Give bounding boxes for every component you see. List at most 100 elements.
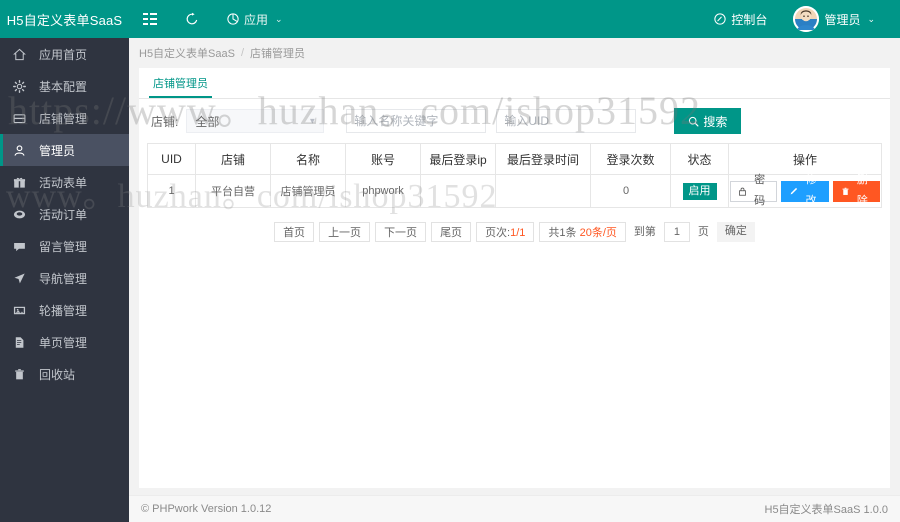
- sidebar-item-回收站[interactable]: 回收站: [0, 358, 129, 390]
- page-first-button[interactable]: 首页: [274, 222, 315, 242]
- pagination: 首页 上一页 下一页 尾页 页次:1/1 共1条 20条/页 到第 页 确定: [139, 208, 890, 252]
- sidebar-item-label: 导航管理: [39, 271, 88, 286]
- breadcrumb-root[interactable]: H5自定义表单SaaS: [139, 45, 235, 61]
- admin-table: UID 店铺 名称 账号 最后登录ip 最后登录时间 登录次数 状态 操作 1 …: [147, 143, 882, 208]
- col-login-count: 登录次数: [590, 143, 671, 175]
- col-shop: 店铺: [195, 143, 271, 175]
- total-prefix: 共: [548, 227, 560, 239]
- cell-name: 店铺管理员: [270, 174, 346, 208]
- sidebar-item-应用首页[interactable]: 应用首页: [0, 38, 129, 70]
- delete-button-label: 删除: [856, 174, 868, 207]
- gear-icon: [13, 79, 35, 93]
- sidebar-item-label: 回收站: [39, 367, 76, 382]
- app-menu-label: 应用: [244, 12, 269, 27]
- refresh-button[interactable]: [171, 0, 213, 38]
- sidebar-item-label: 管理员: [39, 143, 76, 158]
- user-menu-button[interactable]: 管理员 ⌄: [782, 0, 886, 38]
- breadcrumb-current: 店铺管理员: [250, 48, 306, 60]
- col-last-login-time: 最后登录时间: [495, 143, 591, 175]
- sidebar-item-label: 店铺管理: [39, 111, 88, 126]
- sidebar-item-管理员[interactable]: 管理员: [0, 134, 129, 166]
- breadcrumb: H5自定义表单SaaS / 店铺管理员: [129, 38, 900, 68]
- cell-account: phpwork: [345, 174, 421, 208]
- lock-icon: [738, 187, 747, 196]
- status-badge[interactable]: 启用: [682, 182, 717, 200]
- edit-button[interactable]: 修改: [781, 174, 829, 207]
- col-name: 名称: [270, 143, 346, 175]
- header-right-tools: 控制台 管理员 ⌄: [703, 0, 900, 38]
- sidebar-item-基本配置[interactable]: 基本配置: [0, 70, 129, 102]
- goto-unit: 页: [697, 226, 709, 238]
- content-panel: 店铺管理员 店铺: 全部 ▼ 搜索: [139, 68, 890, 488]
- shop-select[interactable]: 全部 ▼: [186, 109, 325, 133]
- password-button[interactable]: 密码: [730, 174, 778, 207]
- app-menu-button[interactable]: 应用 ⌄: [213, 0, 297, 38]
- trash-icon: [841, 187, 850, 196]
- uid-input[interactable]: [496, 109, 637, 133]
- sidebar-item-活动表单[interactable]: 活动表单: [0, 166, 129, 198]
- edit-button-label: 修改: [805, 174, 817, 207]
- goto-page-input[interactable]: [663, 222, 690, 242]
- sidebar-item-导航管理[interactable]: 导航管理: [0, 262, 129, 294]
- shop-filter-label: 店铺:: [151, 114, 179, 129]
- sidebar-item-label: 基本配置: [39, 79, 88, 94]
- pencil-icon: [789, 187, 798, 196]
- chevron-down-icon: ⌄: [867, 13, 875, 24]
- header-left-tools: 应用 ⌄: [129, 0, 297, 38]
- footer-right-text: H5自定义表单SaaS 1.0.0: [764, 504, 889, 516]
- tab-店铺管理员[interactable]: 店铺管理员: [149, 75, 212, 98]
- sidebar-item-label: 活动表单: [39, 175, 88, 190]
- trash-icon: [13, 368, 35, 381]
- sidebar-item-店铺管理[interactable]: 店铺管理: [0, 102, 129, 134]
- sidebar-item-单页管理[interactable]: 单页管理: [0, 326, 129, 358]
- order-icon: [13, 208, 35, 221]
- col-last-login-ip: 最后登录ip: [420, 143, 496, 175]
- sidebar-item-留言管理[interactable]: 留言管理: [0, 230, 129, 262]
- page-index-info: 页次:1/1: [476, 222, 535, 242]
- cell-uid: 1: [147, 174, 196, 208]
- cell-last-login-time: [495, 174, 591, 208]
- shop-icon: [13, 112, 35, 125]
- goto-label: 到第: [633, 226, 656, 238]
- delete-button[interactable]: 删除: [832, 174, 880, 207]
- console-button[interactable]: 控制台: [703, 0, 778, 38]
- sidebar-item-轮播管理[interactable]: 轮播管理: [0, 294, 129, 326]
- row-action-group: 密码 修改 删除: [730, 174, 880, 207]
- col-status: 状态: [670, 143, 729, 175]
- page-last-button[interactable]: 尾页: [431, 222, 472, 242]
- cell-last-login-ip: [420, 174, 496, 208]
- chevron-down-icon: ▼: [308, 116, 317, 126]
- console-label: 控制台: [731, 12, 768, 27]
- dashboard-icon: [714, 13, 727, 25]
- search-button[interactable]: 搜索: [674, 108, 742, 134]
- cell-status: 启用: [670, 174, 729, 208]
- cell-login-count: 0: [590, 174, 671, 208]
- table-wrapper: UID 店铺 名称 账号 最后登录ip 最后登录时间 登录次数 状态 操作 1 …: [139, 143, 890, 208]
- sidebar-item-活动订单[interactable]: 活动订单: [0, 198, 129, 230]
- total-info: 共1条 20条/页: [539, 222, 626, 242]
- footer: © PHPwork Version 1.0.12 H5自定义表单SaaS 1.0…: [129, 495, 900, 522]
- avatar: [793, 6, 820, 32]
- name-keyword-input[interactable]: [346, 109, 487, 133]
- chevron-down-icon: ⌄: [275, 13, 283, 24]
- brand-title: H5自定义表单SaaS: [0, 0, 129, 38]
- cell-actions: 密码 修改 删除: [728, 174, 882, 208]
- col-account: 账号: [345, 143, 421, 175]
- page-next-button[interactable]: 下一页: [375, 222, 427, 242]
- refresh-icon: [185, 12, 199, 26]
- per-page-unit: 条/页: [591, 227, 617, 239]
- page-prev-button[interactable]: 上一页: [319, 222, 371, 242]
- main-content: H5自定义表单SaaS / 店铺管理员 店铺管理员 店铺: 全部 ▼ 输入名称关…: [129, 38, 900, 522]
- sidebar-item-label: 留言管理: [39, 239, 88, 254]
- sidebar-toggle-button[interactable]: [129, 0, 171, 38]
- sidebar-item-label: 活动订单: [39, 207, 88, 222]
- list-icon: [143, 12, 157, 26]
- sidebar-item-label: 单页管理: [39, 335, 88, 350]
- password-button-label: 密码: [754, 174, 766, 207]
- tab-bar: 店铺管理员: [139, 68, 890, 99]
- navigate-icon: [13, 272, 35, 285]
- goto-confirm-button[interactable]: 确定: [716, 222, 755, 242]
- app-root: H5自定义表单SaaS 应用 ⌄ 控制台 管理员 ⌄ 应用首页 基本配置 店铺管…: [0, 0, 900, 522]
- per-page-count: 20: [579, 227, 592, 239]
- footer-left-text: © PHPwork Version 1.0.12: [141, 503, 272, 515]
